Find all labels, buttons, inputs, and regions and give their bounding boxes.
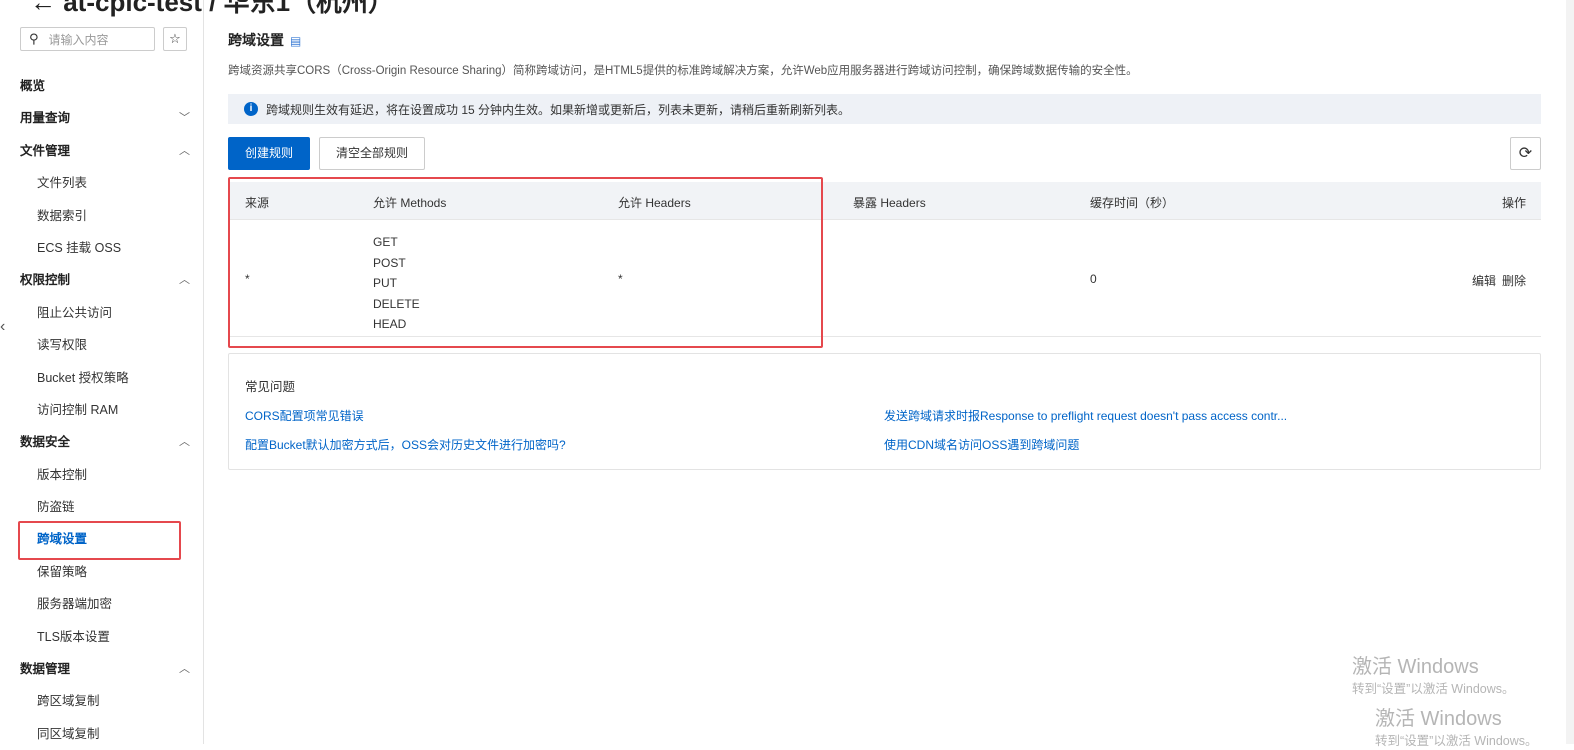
sidebar: ⚲ 请输入内容 ☆ 概览用量查询 ﹀ 文件管理 ︿ 文件列表数据索引 ECS 挂载 OSS 权… xyxy=(0,0,204,744)
sidebar-item-label: 读写权限 xyxy=(37,338,88,353)
faq-link[interactable]: 配置Bucket默认加密方式后，OSS会对历史文件进行加密吗? xyxy=(245,436,566,453)
sidebar-item[interactable]: 同区域复制 xyxy=(0,718,204,750)
sidebar-item[interactable]: ECS 挂载 OSS xyxy=(0,232,204,264)
sidebar-group[interactable]: 概览 xyxy=(0,70,204,102)
delete-link[interactable]: 删除 xyxy=(1502,272,1526,289)
chevron-up-icon: ︿ xyxy=(179,436,190,449)
sidebar-item[interactable]: 访问控制 RAM xyxy=(0,394,204,426)
watermark-subtitle: 转到“设置”以激活 Windows。 xyxy=(1375,734,1538,748)
sidebar-item-label: 服务器端加密 xyxy=(37,597,113,612)
sidebar-item-label: 数据安全 xyxy=(20,435,71,450)
sidebar-item[interactable]: 防盗链 xyxy=(0,491,204,523)
search-icon: ⚲ xyxy=(29,31,39,46)
sidebar-item-label: 用量查询 xyxy=(20,111,71,126)
chevron-up-icon: ︿ xyxy=(179,274,190,287)
sidebar-item-label: 跨区域复制 xyxy=(37,694,100,709)
highlight-annotation xyxy=(18,521,181,560)
chevron-down-icon: ﹀ xyxy=(179,112,190,125)
sidebar-nav: 概览用量查询 ﹀ 文件管理 ︿ 文件列表数据索引 ECS 挂载 OSS 权限控制 ︿ 阻止公共访… xyxy=(0,70,204,750)
sidebar-item[interactable]: 服务器端加密 xyxy=(0,588,204,620)
sidebar-group[interactable]: 文件管理 ︿ xyxy=(0,135,204,167)
document-icon[interactable]: ▤ xyxy=(290,34,301,48)
column-expose-headers: 暴露 Headers xyxy=(853,196,926,210)
clear-all-rules-button[interactable]: 清空全部规则 xyxy=(319,137,426,170)
sidebar-item[interactable]: Bucket 授权策略 xyxy=(0,362,204,394)
sidebar-item-label: Bucket 授权策略 xyxy=(37,370,129,385)
notice-text: 跨域规则生效有延迟，将在设置成功 15 分钟内生效。如果新增或更新后，列表未更新… xyxy=(266,102,851,117)
scrollbar[interactable] xyxy=(1566,0,1574,744)
sidebar-item-label: 保留策略 xyxy=(37,564,88,579)
faq-link[interactable]: 发送跨域请求时报Response to preflight request do… xyxy=(884,407,1287,424)
sidebar-item-label: TLS版本设置 xyxy=(37,629,110,644)
watermark-title: 激活 Windows xyxy=(1375,708,1502,730)
faq-panel: 常见问题 CORS配置项常见错误 发送跨域请求时报Response to pre… xyxy=(228,353,1541,470)
sidebar-item-label: 防盗链 xyxy=(37,500,75,515)
cell-max-age: 0 xyxy=(1090,272,1097,286)
refresh-button[interactable]: ⟳ xyxy=(1510,137,1541,170)
sidebar-item-label: 访问控制 RAM xyxy=(37,402,119,417)
favorite-star-button[interactable]: ☆ xyxy=(163,27,187,51)
sidebar-item-label: 概览 xyxy=(20,79,46,93)
info-icon: i xyxy=(244,102,258,116)
edit-link[interactable]: 编辑 xyxy=(1472,272,1496,289)
highlight-annotation xyxy=(228,177,823,348)
column-max-age: 缓存时间（秒） xyxy=(1090,196,1175,210)
faq-link[interactable]: CORS配置项常见错误 xyxy=(245,407,364,424)
sidebar-search-input[interactable]: ⚲ 请输入内容 xyxy=(20,27,155,51)
chevron-up-icon: ︿ xyxy=(179,144,190,157)
title-text: 跨域设置 xyxy=(228,32,284,48)
sidebar-item[interactable]: 读写权限 xyxy=(0,329,204,361)
page-description: 跨域资源共享CORS（Cross-Origin Resource Sharing… xyxy=(228,65,1138,77)
sidebar-item[interactable]: 文件列表 xyxy=(0,167,204,199)
notice-banner: i 跨域规则生效有延迟，将在设置成功 15 分钟内生效。如果新增或更新后，列表未更… xyxy=(228,94,1541,124)
sidebar-item-label: 同区域复制 xyxy=(37,726,100,741)
sidebar-item-label: 文件列表 xyxy=(37,176,88,191)
sidebar-item-label: 数据索引 xyxy=(37,208,88,223)
watermark-title: 激活 Windows xyxy=(1352,656,1479,678)
sidebar-group[interactable]: 权限控制 ︿ xyxy=(0,264,204,296)
create-rule-button[interactable]: 创建规则 xyxy=(228,137,311,170)
sidebar-group[interactable]: 数据安全 ︿ xyxy=(0,426,204,458)
sidebar-item[interactable]: 版本控制 xyxy=(0,459,204,491)
sidebar-item-label: 数据管理 xyxy=(20,662,71,677)
sidebar-item-label: 版本控制 xyxy=(37,467,88,482)
sidebar-item-label: 阻止公共访问 xyxy=(37,305,113,320)
sidebar-item[interactable]: 跨区域复制 xyxy=(0,685,204,717)
sidebar-item[interactable]: 数据索引 xyxy=(0,200,204,232)
sidebar-item[interactable]: 阻止公共访问 xyxy=(0,297,204,329)
sidebar-item-label: ECS 挂载 OSS xyxy=(37,240,122,255)
collapse-sidebar-icon[interactable]: ‹ xyxy=(0,318,5,336)
faq-link[interactable]: 使用CDN域名访问OSS遇到跨域问题 xyxy=(884,436,1079,453)
sidebar-item[interactable]: TLS版本设置 xyxy=(0,621,204,653)
search-placeholder: 请输入内容 xyxy=(48,32,109,47)
sidebar-item[interactable]: 保留策略 xyxy=(0,556,204,588)
sidebar-group[interactable]: 用量查询 ﹀ xyxy=(0,102,204,134)
sidebar-item-label: 文件管理 xyxy=(20,143,71,158)
sidebar-group[interactable]: 数据管理 ︿ xyxy=(0,653,204,685)
column-actions: 操作 xyxy=(1501,196,1526,210)
chevron-up-icon: ︿ xyxy=(179,663,190,676)
page-title: 跨域设置 ▤ xyxy=(228,30,301,50)
watermark-subtitle: 转到“设置”以激活 Windows。 xyxy=(1352,682,1515,696)
sidebar-item-label: 权限控制 xyxy=(20,273,71,288)
faq-title: 常见问题 xyxy=(245,380,296,394)
